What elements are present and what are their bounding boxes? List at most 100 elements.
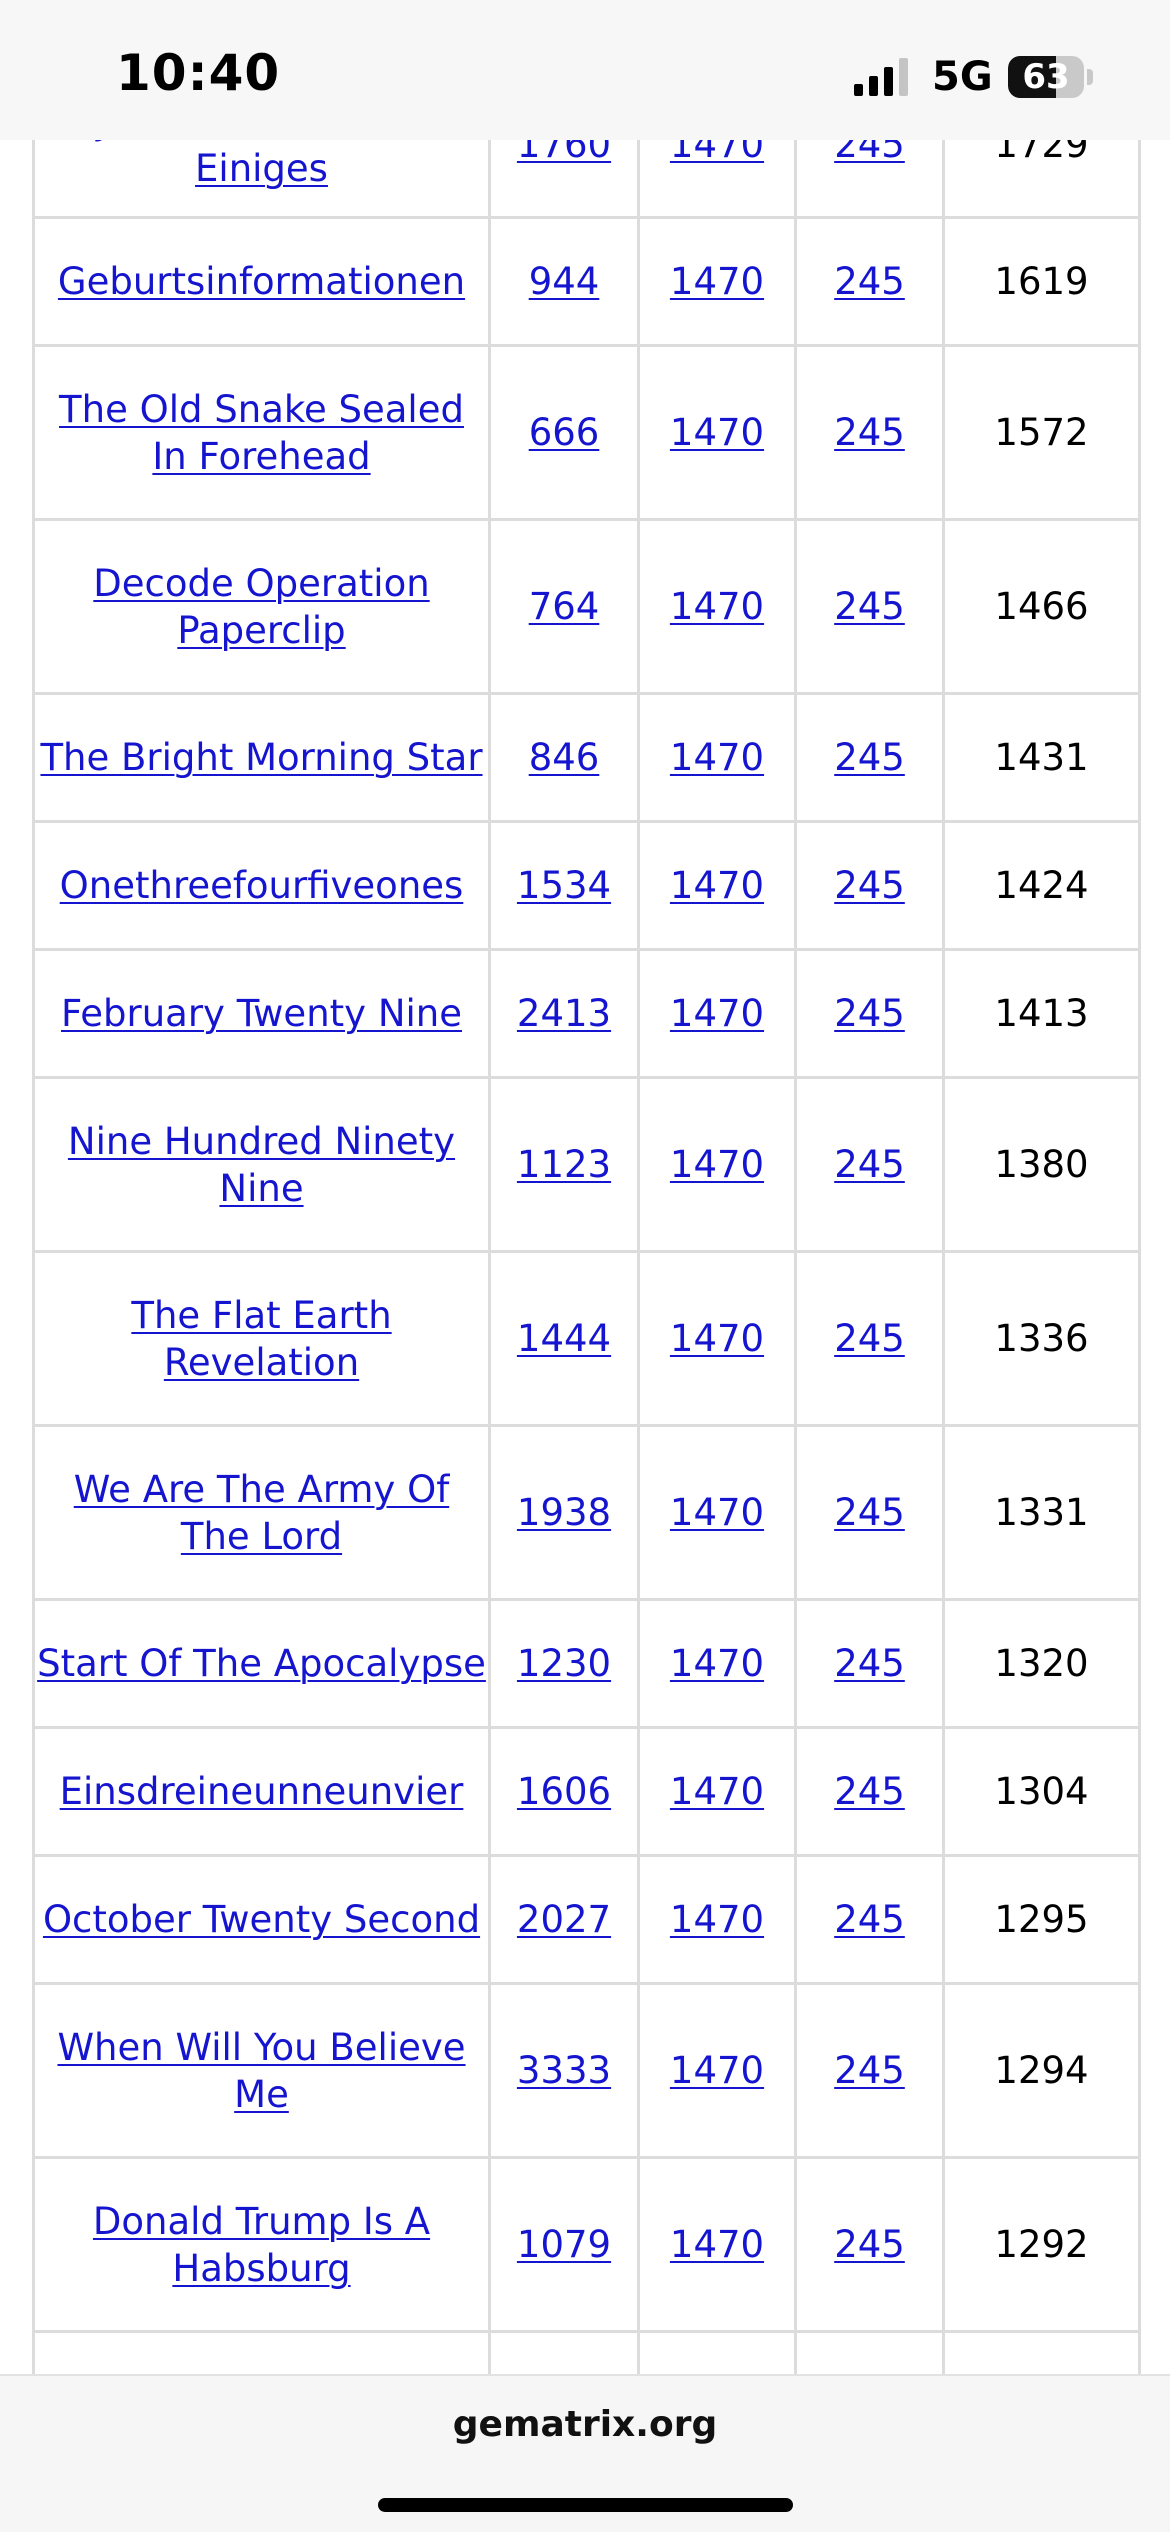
phrase-cell: Onethreefourfiveones <box>32 820 491 951</box>
value-link[interactable]: 1470 <box>670 260 764 303</box>
v3-cell: 245 <box>794 518 945 695</box>
phrase-link[interactable]: The Flat Earth Revelation <box>131 1294 391 1384</box>
v1-cell: 1444 <box>488 1250 640 1427</box>
value-link[interactable]: 1470 <box>670 2049 764 2092</box>
v3-cell: 245 <box>794 2156 945 2333</box>
v1-cell: 1079 <box>488 2156 640 2333</box>
home-indicator[interactable] <box>378 2498 793 2512</box>
table-row: Nine Hundred Ninety Nine 1123 1470 245 1380 <box>32 1076 1141 1253</box>
value-link[interactable]: 1470 <box>670 1642 764 1685</box>
value-link[interactable]: 245 <box>834 411 905 454</box>
value-link[interactable]: 1470 <box>670 2223 764 2266</box>
browser-address-bar[interactable]: gematrix.org <box>0 2374 1170 2532</box>
value-link[interactable]: 245 <box>834 992 905 1035</box>
value-link[interactable]: 1230 <box>517 1642 611 1685</box>
value-link[interactable]: 245 <box>834 1898 905 1941</box>
battery-terminal <box>1087 69 1093 85</box>
value-link[interactable]: 846 <box>529 736 600 779</box>
value-link[interactable]: 245 <box>834 2049 905 2092</box>
phrase-link[interactable]: The Bright Morning Star <box>40 736 482 779</box>
table-row: The Flat Earth Revelation 1444 1470 245 1336 <box>32 1250 1141 1427</box>
phrase-link[interactable]: Onethreefourfiveones <box>60 864 464 907</box>
phrase-cell: The Bright Morning Star <box>32 692 491 823</box>
phrase-link[interactable]: Geburtsinformationen <box>58 260 465 303</box>
phrase-cell: February Twenty Nine <box>32 948 491 1079</box>
value-link[interactable]: 245 <box>834 736 905 779</box>
v3-cell: 245 <box>794 1424 945 1601</box>
v1-cell: 2027 <box>488 1854 640 1985</box>
table-row: Geburtsinformationen 944 1470 245 1619 <box>32 216 1141 347</box>
v2-cell: 1470 <box>637 518 797 695</box>
page-viewport: Jetzt Ander Ich So Einiges17601470245172… <box>0 0 1170 2532</box>
v2-cell: 1470 <box>637 948 797 1079</box>
value-link[interactable]: 1606 <box>517 1770 611 1813</box>
value-link[interactable]: 245 <box>834 1143 905 1186</box>
value-link[interactable]: 1938 <box>517 1491 611 1534</box>
v2-cell: 1470 <box>637 820 797 951</box>
value-link[interactable]: 1079 <box>517 2223 611 2266</box>
value-link[interactable]: 245 <box>834 1317 905 1360</box>
v4-cell: 1304 <box>942 1726 1141 1857</box>
phrase-cell: Nine Hundred Ninety Nine <box>32 1076 491 1253</box>
value-link[interactable]: 1470 <box>670 992 764 1035</box>
battery-level-text: 63 <box>1022 57 1070 97</box>
phrase-link[interactable]: October Twenty Second <box>43 1898 480 1941</box>
value-text: 1304 <box>994 1770 1089 1813</box>
phrase-link[interactable]: Einsdreineunneunvier <box>60 1770 464 1813</box>
value-link[interactable]: 245 <box>834 585 905 628</box>
value-link[interactable]: 764 <box>529 585 600 628</box>
cellular-signal-icon <box>854 58 908 96</box>
value-text: 1336 <box>994 1317 1089 1360</box>
value-text: 1292 <box>994 2223 1089 2266</box>
value-link[interactable]: 1470 <box>670 1491 764 1534</box>
value-link[interactable]: 3333 <box>517 2049 611 2092</box>
phrase-link[interactable]: Nine Hundred Ninety Nine <box>68 1120 455 1210</box>
results-table-container: Jetzt Ander Ich So Einiges17601470245172… <box>32 70 1141 2393</box>
phrase-cell: Decode Operation Paperclip <box>32 518 491 695</box>
value-link[interactable]: 1470 <box>670 1143 764 1186</box>
phrase-link[interactable]: When Will You Believe Me <box>57 2026 465 2116</box>
value-link[interactable]: 245 <box>834 1770 905 1813</box>
battery-body: 63 <box>1008 56 1084 98</box>
v2-cell: 1470 <box>637 216 797 347</box>
value-link[interactable]: 1470 <box>670 736 764 779</box>
value-link[interactable]: 1470 <box>670 585 764 628</box>
phrase-link[interactable]: The Old Snake Sealed In Forehead <box>59 388 464 478</box>
value-link[interactable]: 2027 <box>517 1898 611 1941</box>
value-link[interactable]: 1470 <box>670 1317 764 1360</box>
value-link[interactable]: 1470 <box>670 1898 764 1941</box>
v2-cell: 1470 <box>637 1854 797 1985</box>
phrase-cell: Einsdreineunneunvier <box>32 1726 491 1857</box>
battery-icon: 63 <box>1008 56 1093 98</box>
v4-cell: 1424 <box>942 820 1141 951</box>
value-link[interactable]: 1470 <box>670 1770 764 1813</box>
value-link[interactable]: 666 <box>529 411 600 454</box>
network-type-label: 5G <box>932 54 993 100</box>
value-link[interactable]: 944 <box>529 260 600 303</box>
v1-cell: 846 <box>488 692 640 823</box>
value-link[interactable]: 245 <box>834 1642 905 1685</box>
v2-cell: 1470 <box>637 692 797 823</box>
value-link[interactable]: 245 <box>834 864 905 907</box>
phrase-cell: Geburtsinformationen <box>32 216 491 347</box>
phrase-link[interactable]: Decode Operation Paperclip <box>93 562 429 652</box>
value-text: 1320 <box>994 1642 1089 1685</box>
value-link[interactable]: 245 <box>834 2223 905 2266</box>
phrase-link[interactable]: Start Of The Apocalypse <box>37 1642 486 1685</box>
phrase-link[interactable]: We Are The Army Of The Lord <box>74 1468 449 1558</box>
value-link[interactable]: 245 <box>834 260 905 303</box>
phrase-cell: When Will You Believe Me <box>32 1982 491 2159</box>
value-link[interactable]: 1123 <box>517 1143 611 1186</box>
table-row: October Twenty Second 2027 1470 245 1295 <box>32 1854 1141 1985</box>
value-link[interactable]: 2413 <box>517 992 611 1035</box>
table-row: Onethreefourfiveones 1534 1470 245 1424 <box>32 820 1141 951</box>
address-bar-domain[interactable]: gematrix.org <box>0 2404 1170 2445</box>
value-link[interactable]: 1534 <box>517 864 611 907</box>
phrase-link[interactable]: February Twenty Nine <box>61 992 462 1035</box>
value-link[interactable]: 1444 <box>517 1317 611 1360</box>
phrase-link[interactable]: Donald Trump Is A Habsburg <box>93 2200 430 2290</box>
value-link[interactable]: 1470 <box>670 864 764 907</box>
value-link[interactable]: 1470 <box>670 411 764 454</box>
value-link[interactable]: 245 <box>834 1491 905 1534</box>
v1-cell: 1938 <box>488 1424 640 1601</box>
